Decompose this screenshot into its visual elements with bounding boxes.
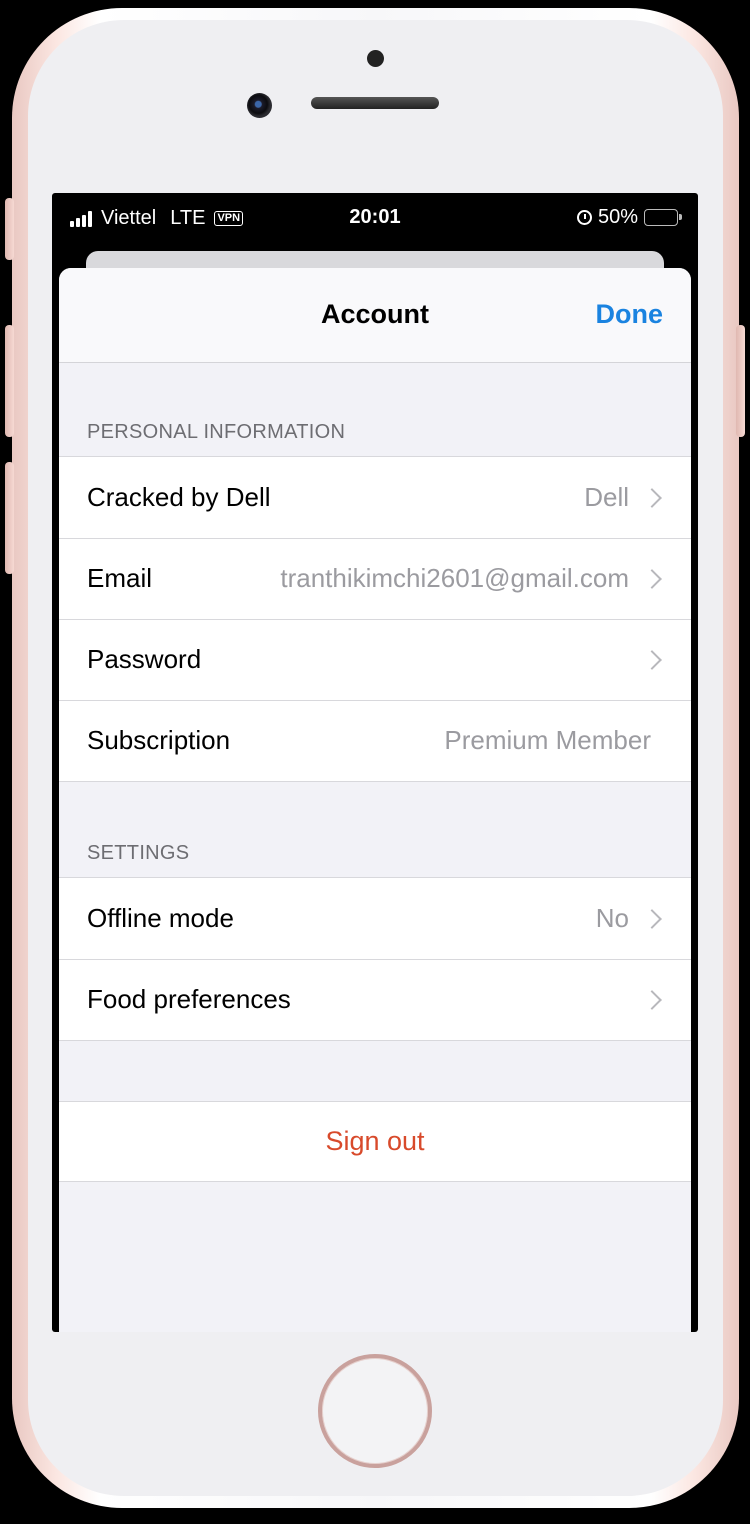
alarm-icon (576, 210, 592, 225)
status-bar: Viettel LTE VPN 20:01 50% (52, 193, 698, 241)
row-food-preferences[interactable]: Food preferences (59, 959, 691, 1040)
section-header-label: PERSONAL INFORMATION (87, 421, 346, 443)
volume-up-button (5, 325, 14, 437)
screen: Viettel LTE VPN 20:01 50% Account Done P… (52, 193, 698, 1332)
row-password[interactable]: Password (59, 619, 691, 700)
chevron-right-icon (642, 487, 662, 508)
chevron-right-icon (642, 908, 662, 929)
row-value: Premium Member (444, 725, 651, 755)
personal-info-group: Cracked by Dell Dell Email tranthikimchi… (59, 456, 691, 782)
done-button[interactable]: Done (596, 299, 664, 330)
row-name[interactable]: Cracked by Dell Dell (59, 457, 691, 538)
row-subscription: Subscription Premium Member (59, 700, 691, 781)
row-value: tranthikimchi2601@gmail.com (280, 563, 629, 593)
chevron-right-icon (642, 568, 662, 589)
proximity-sensor (367, 50, 384, 67)
row-label: Subscription (87, 725, 231, 755)
row-value: Dell (584, 482, 629, 512)
row-label: Offline mode (87, 903, 234, 933)
row-offline-mode[interactable]: Offline mode No (59, 878, 691, 959)
section-header-settings: SETTINGS (59, 782, 691, 877)
home-button[interactable] (318, 1354, 432, 1468)
row-label: Password (87, 644, 202, 674)
row-label: Email (87, 563, 153, 593)
chevron-right-icon (642, 989, 662, 1010)
navigation-bar: Account Done (59, 268, 691, 363)
section-header-personal: PERSONAL INFORMATION (59, 363, 691, 456)
volume-down-button (5, 462, 14, 574)
mute-switch (5, 198, 14, 260)
section-header-label: SETTINGS (87, 842, 190, 864)
sign-out-label: Sign out (325, 1126, 425, 1156)
battery-percent: 50% (597, 206, 638, 228)
power-button (736, 325, 745, 437)
earpiece-speaker (311, 97, 439, 109)
sign-out-button[interactable]: Sign out (59, 1101, 691, 1182)
chevron-right-icon (642, 649, 662, 670)
row-value: No (595, 903, 629, 933)
status-right: 50% (576, 206, 682, 229)
front-camera (247, 93, 272, 118)
row-label: Cracked by Dell (87, 482, 271, 512)
row-email[interactable]: Email tranthikimchi2601@gmail.com (59, 538, 691, 619)
settings-group: Offline mode No Food preferences (59, 877, 691, 1041)
row-label: Food preferences (87, 984, 291, 1014)
battery-icon (644, 209, 682, 226)
account-sheet: Account Done PERSONAL INFORMATION Cracke… (59, 268, 691, 1332)
